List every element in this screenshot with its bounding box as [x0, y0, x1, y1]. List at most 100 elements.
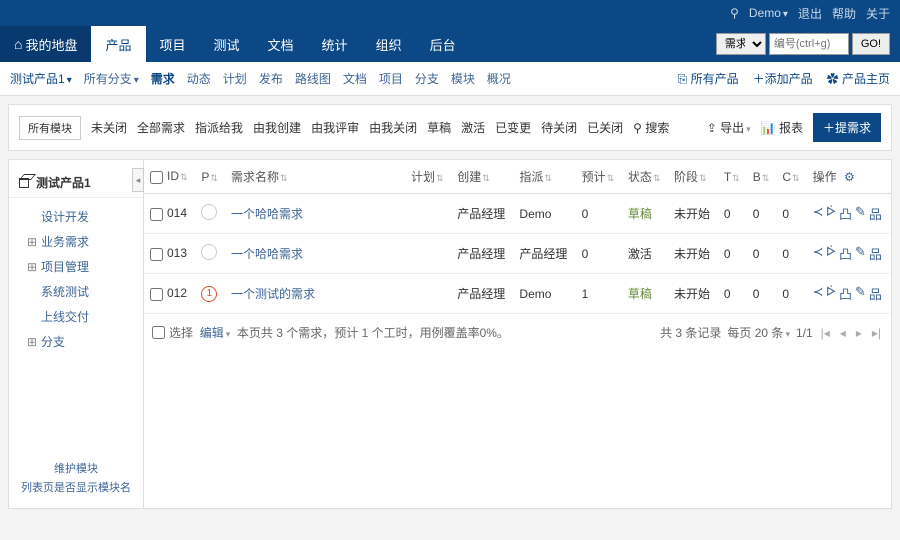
product-selector[interactable]: 测试产品1: [10, 70, 72, 87]
subnav-doc[interactable]: 文档: [343, 70, 367, 87]
export-button[interactable]: ⇪ 导出: [707, 119, 751, 136]
sidebar-title[interactable]: 测试产品1: [9, 168, 143, 198]
story-name-link[interactable]: 一个哈哈需求: [231, 247, 303, 261]
nav-tab-doc[interactable]: 文档: [254, 26, 308, 62]
per-page-selector[interactable]: 每页 20 条: [727, 324, 790, 341]
col-ops: 操作 ⚙: [807, 160, 891, 194]
tree-item[interactable]: 设计开发: [9, 204, 143, 229]
filter-closedbyme[interactable]: 由我关闭: [369, 119, 417, 136]
nav-tab-project[interactable]: 项目: [146, 26, 200, 62]
nav-tab-stat[interactable]: 统计: [308, 26, 362, 62]
col-name[interactable]: 需求名称: [225, 160, 405, 194]
col-assign[interactable]: 指派: [513, 160, 575, 194]
subnav-branch[interactable]: 分支: [415, 70, 439, 87]
tree-item[interactable]: 上线交付: [9, 304, 143, 329]
help-link[interactable]: 帮助: [832, 5, 856, 22]
tree-item[interactable]: ⊞业务需求: [9, 229, 143, 254]
maintain-module-link[interactable]: 维护模块: [9, 460, 143, 476]
batch-edit-link[interactable]: 编辑: [200, 324, 231, 341]
review-icon[interactable]: ᢰ: [827, 204, 836, 223]
go-button[interactable]: GO!: [852, 33, 890, 55]
nav-home[interactable]: 我的地盘: [0, 26, 91, 62]
col-status[interactable]: 状态: [622, 160, 668, 194]
filter-changed[interactable]: 已变更: [495, 119, 531, 136]
filter-active[interactable]: 激活: [461, 119, 485, 136]
sitemap-icon[interactable]: 品: [869, 204, 882, 223]
col-est[interactable]: 预计: [576, 160, 622, 194]
filter-assigntome[interactable]: 指派给我: [195, 119, 243, 136]
story-name-link[interactable]: 一个哈哈需求: [231, 207, 303, 221]
create-story-button[interactable]: ＋提需求: [813, 113, 881, 142]
all-products-link[interactable]: ⎘ 所有产品: [678, 70, 739, 87]
filter-search[interactable]: ⚲ 搜索: [633, 119, 669, 136]
edit-icon[interactable]: ✎: [855, 284, 866, 303]
col-plan[interactable]: 计划: [405, 160, 451, 194]
review-icon[interactable]: ᢰ: [827, 244, 836, 263]
close-icon[interactable]: 凸: [839, 284, 852, 303]
review-icon[interactable]: ᢰ: [827, 284, 836, 303]
product-home-link[interactable]: ✿ 产品主页: [827, 70, 890, 87]
next-page-button[interactable]: ▸: [854, 326, 864, 340]
edit-icon[interactable]: ✎: [855, 204, 866, 223]
table-row: 013一个哈哈需求产品经理产品经理0激活未开始000≺ᢰ凸✎品: [144, 234, 891, 274]
search-type-select[interactable]: 需求: [716, 33, 766, 55]
sitemap-icon[interactable]: 品: [869, 244, 882, 263]
show-module-toggle[interactable]: 列表页是否显示模块名: [9, 479, 143, 495]
tree-item[interactable]: ⊞分支: [9, 329, 143, 354]
row-checkbox[interactable]: [150, 288, 163, 301]
subnav-release[interactable]: 发布: [259, 70, 283, 87]
last-page-button[interactable]: ▸|: [870, 326, 883, 340]
subnav-story[interactable]: 需求: [151, 70, 175, 87]
about-link[interactable]: 关于: [866, 5, 890, 22]
col-stage[interactable]: 阶段: [668, 160, 718, 194]
change-icon[interactable]: ≺: [813, 244, 824, 263]
subnav-module[interactable]: 模块: [451, 70, 475, 87]
sidebar-collapse-toggle[interactable]: ◂: [132, 168, 144, 192]
filter-closed[interactable]: 已关闭: [587, 119, 623, 136]
filter-open[interactable]: 未关闭: [91, 119, 127, 136]
edit-icon[interactable]: ✎: [855, 244, 866, 263]
add-product-link[interactable]: ＋添加产品: [753, 70, 813, 87]
change-icon[interactable]: ≺: [813, 284, 824, 303]
row-checkbox[interactable]: [150, 248, 163, 261]
logout-link[interactable]: 退出: [798, 5, 822, 22]
filter-reviewedbyme[interactable]: 由我评审: [311, 119, 359, 136]
story-name-link[interactable]: 一个测试的需求: [231, 287, 315, 301]
select-all-checkbox[interactable]: [150, 171, 163, 184]
report-button[interactable]: 📊 报表: [761, 119, 803, 136]
tree-item[interactable]: 系统测试: [9, 279, 143, 304]
nav-tab-admin[interactable]: 后台: [416, 26, 470, 62]
prev-page-button[interactable]: ◂: [838, 326, 848, 340]
search-input[interactable]: [769, 33, 849, 55]
filter-createdbyme[interactable]: 由我创建: [253, 119, 301, 136]
subnav-dynamic[interactable]: 动态: [187, 70, 211, 87]
subnav-roadmap[interactable]: 路线图: [295, 70, 331, 87]
nav-tab-test[interactable]: 测试: [200, 26, 254, 62]
col-pri[interactable]: P: [195, 160, 225, 194]
row-checkbox[interactable]: [150, 208, 163, 221]
sitemap-icon[interactable]: 品: [869, 284, 882, 303]
module-filter-button[interactable]: 所有模块: [19, 116, 81, 140]
user-menu[interactable]: Demo: [749, 6, 788, 20]
first-page-button[interactable]: |◂: [819, 326, 832, 340]
filter-all[interactable]: 全部需求: [137, 119, 185, 136]
subnav-project[interactable]: 项目: [379, 70, 403, 87]
col-create[interactable]: 创建: [451, 160, 513, 194]
subnav-overview[interactable]: 概况: [487, 70, 511, 87]
filter-toclose[interactable]: 待关闭: [541, 119, 577, 136]
col-b[interactable]: B: [747, 160, 777, 194]
close-icon[interactable]: 凸: [839, 244, 852, 263]
tree-item[interactable]: ⊞项目管理: [9, 254, 143, 279]
branch-selector[interactable]: 所有分支: [84, 70, 139, 87]
col-t[interactable]: T: [718, 160, 747, 194]
nav-tab-product[interactable]: 产品: [91, 26, 145, 62]
nav-tab-org[interactable]: 组织: [362, 26, 416, 62]
subnav-plan[interactable]: 计划: [223, 70, 247, 87]
change-icon[interactable]: ≺: [813, 204, 824, 223]
col-id[interactable]: ID: [144, 160, 195, 194]
table-settings-icon[interactable]: ⚙: [840, 170, 859, 184]
filter-draft[interactable]: 草稿: [427, 119, 451, 136]
select-all-footer-checkbox[interactable]: [152, 326, 165, 339]
col-c[interactable]: C: [776, 160, 806, 194]
close-icon[interactable]: 凸: [839, 204, 852, 223]
